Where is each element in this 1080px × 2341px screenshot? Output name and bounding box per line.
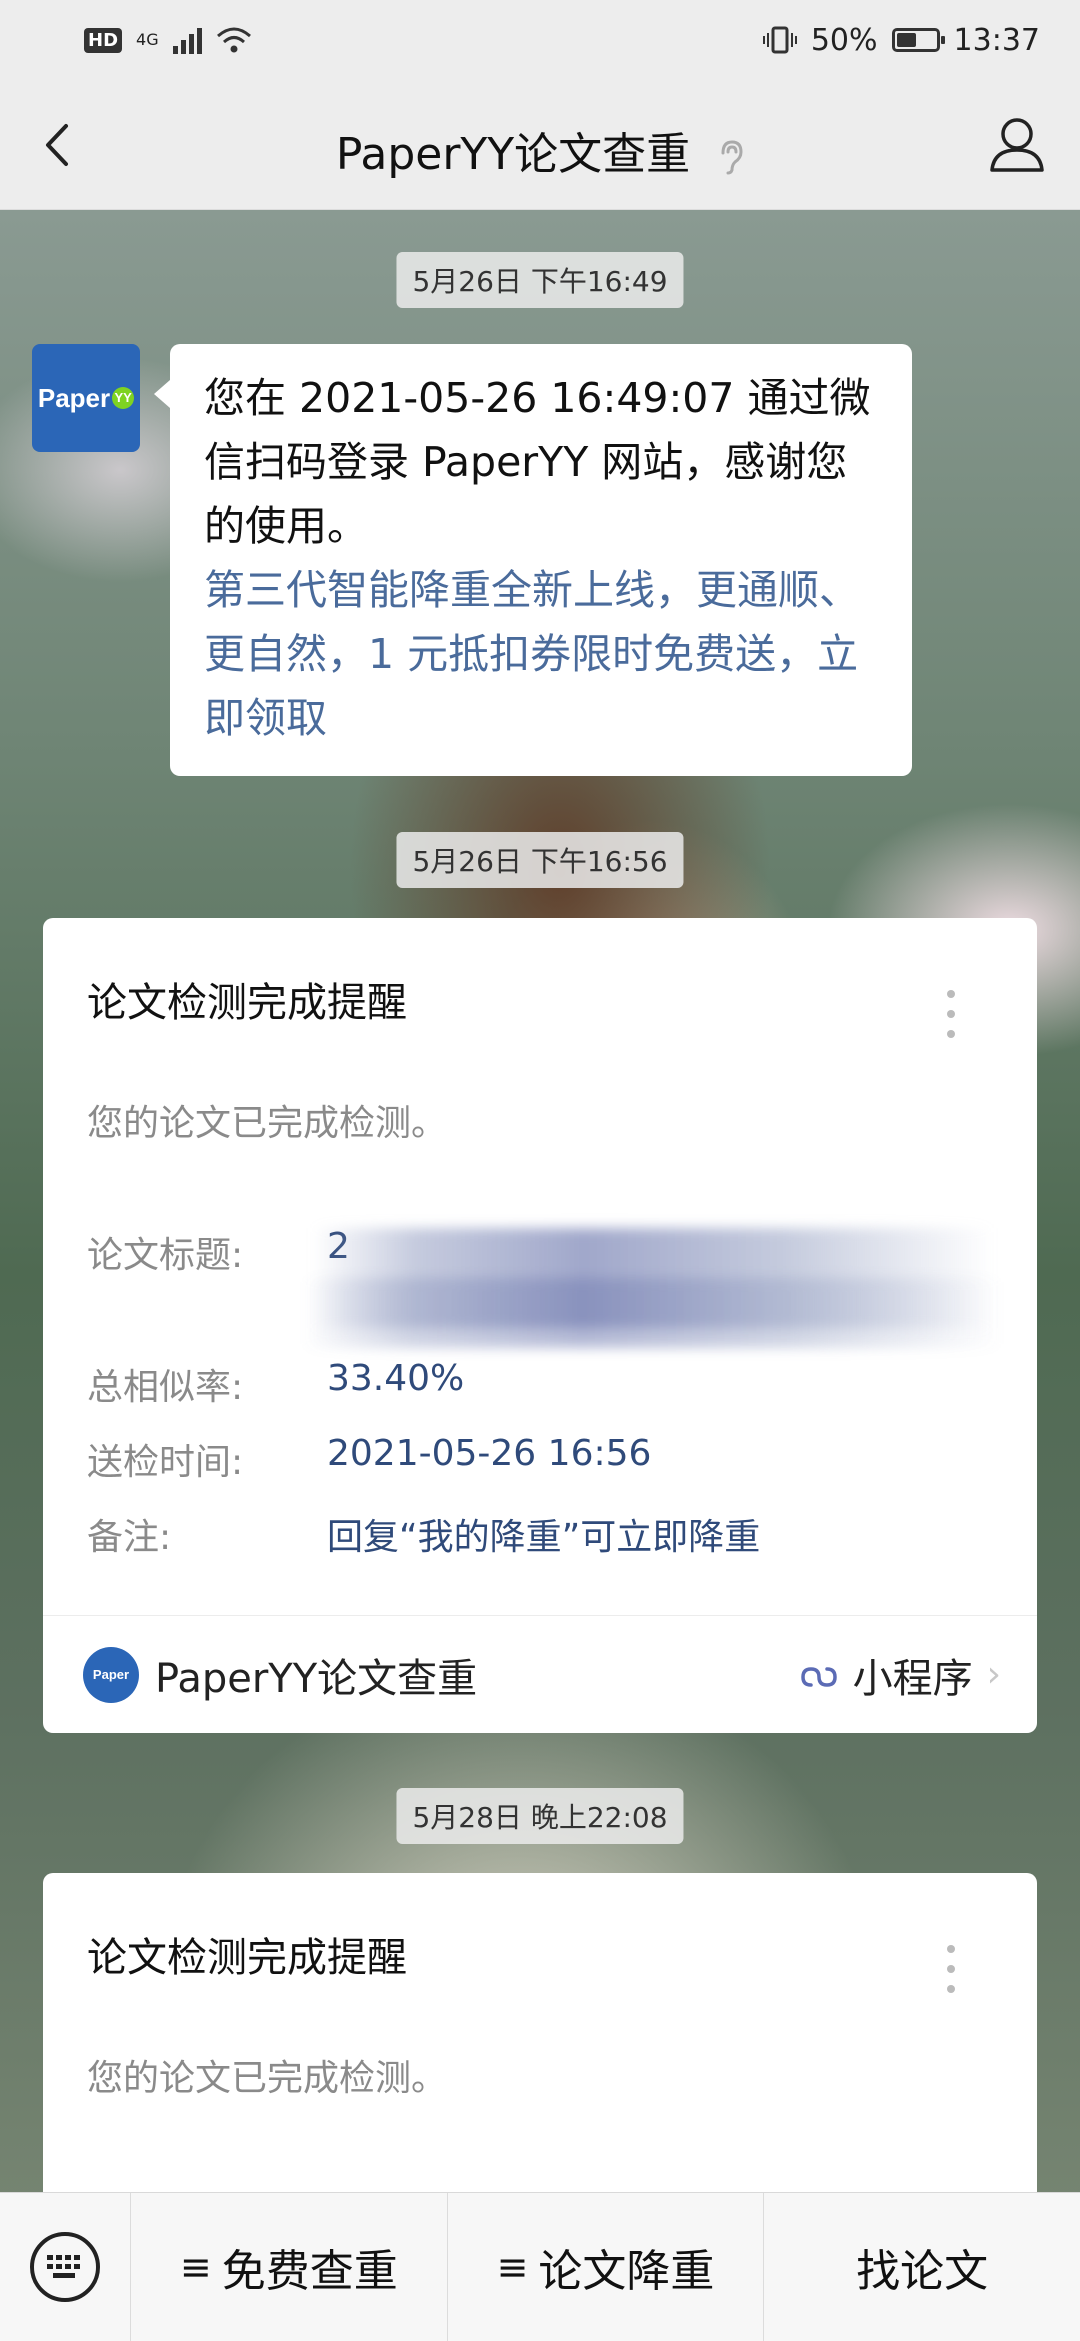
timestamp: 5月26日 下午16:49 bbox=[396, 252, 684, 308]
card-intro: 您的论文已完成检测。 bbox=[87, 1103, 448, 1144]
submit-time-row: 送检时间: 2021-05-26 16:56 bbox=[87, 1433, 651, 1485]
note-row: 备注: 回复“我的降重”可立即降重 bbox=[87, 1508, 760, 1560]
mini-program-logo-icon: Paper bbox=[83, 1646, 139, 1703]
menu-label: 找论文 bbox=[856, 2246, 989, 2297]
profile-icon[interactable] bbox=[988, 114, 1046, 174]
field-value: 33.40% bbox=[327, 1358, 465, 1399]
more-options-icon[interactable] bbox=[947, 1945, 957, 2005]
similarity-row: 总相似率: 33.40% bbox=[87, 1358, 464, 1410]
keyboard-toggle[interactable] bbox=[0, 2193, 131, 2341]
network-type: 4G bbox=[136, 30, 159, 49]
message-text: 您在 2021-05-26 16:49:07 通过微信扫码登录 PaperYY … bbox=[204, 374, 871, 550]
menu-list-icon: ≡ bbox=[496, 2245, 529, 2289]
yy-logo-icon: YY bbox=[112, 387, 135, 409]
keyboard-icon bbox=[30, 2232, 100, 2302]
field-label: 备注: bbox=[87, 1517, 172, 1558]
field-label: 论文标题: bbox=[87, 1235, 244, 1276]
menu-label: 免费查重 bbox=[221, 2246, 398, 2297]
menu-list-icon: ≡ bbox=[179, 2245, 212, 2289]
template-message-card[interactable]: 论文检测完成提醒 您的论文已完成检测。 论文标题: 2 总相似率: 33.40%… bbox=[43, 918, 1037, 1733]
field-label: 总相似率: bbox=[87, 1367, 244, 1408]
message-link[interactable]: 第三代智能降重全新上线，更通顺、更自然，1 元抵扣券限时免费送，立即领取 bbox=[204, 566, 860, 742]
mini-program-label: 小程序 bbox=[852, 1655, 973, 1702]
bottom-menu: ≡ 免费查重 ≡ 论文降重 找论文 bbox=[0, 2192, 1080, 2341]
mini-program-icon bbox=[800, 1666, 837, 1687]
chat-title-text: PaperYY论文查重 bbox=[335, 129, 691, 180]
chat-header: PaperYY论文查重 bbox=[0, 80, 1080, 210]
wifi-icon bbox=[216, 27, 251, 53]
field-value: 回复“我的降重”可立即降重 bbox=[327, 1517, 761, 1558]
card-intro: 您的论文已完成检测。 bbox=[87, 2058, 448, 2099]
battery-icon bbox=[891, 28, 945, 52]
mini-program-name: PaperYY论文查重 bbox=[155, 1655, 478, 1702]
official-account-avatar[interactable]: Paper YY bbox=[32, 344, 140, 452]
vibrate-icon bbox=[762, 26, 797, 54]
earpiece-mode-icon bbox=[721, 140, 743, 175]
menu-find-paper[interactable]: 找论文 bbox=[763, 2193, 1080, 2341]
mini-program-footer[interactable]: Paper PaperYY论文查重 小程序 › bbox=[43, 1615, 1037, 1733]
battery-percent: 50% bbox=[810, 22, 878, 58]
chevron-right-icon: › bbox=[986, 1654, 1001, 1695]
card-title: 论文检测完成提醒 bbox=[87, 1935, 407, 1981]
paper-title-row: 论文标题: 2 bbox=[87, 1226, 350, 1278]
battery-level bbox=[896, 33, 916, 47]
timestamp: 5月26日 下午16:56 bbox=[396, 832, 684, 888]
clock: 13:37 bbox=[953, 22, 1040, 58]
message-bubble[interactable]: 您在 2021-05-26 16:49:07 通过微信扫码登录 PaperYY … bbox=[154, 344, 912, 776]
chat-title: PaperYY论文查重 bbox=[0, 118, 1080, 182]
more-options-icon[interactable] bbox=[947, 990, 957, 1050]
signal-icon bbox=[172, 26, 202, 54]
status-bar: HD 4G 50% 13:37 bbox=[0, 0, 1080, 80]
menu-label: 论文降重 bbox=[538, 2246, 715, 2297]
menu-free-check[interactable]: ≡ 免费查重 bbox=[131, 2193, 447, 2341]
avatar-label: Paper bbox=[37, 382, 111, 413]
redacted-title bbox=[303, 1278, 1003, 1348]
field-label: 送检时间: bbox=[87, 1442, 244, 1483]
template-message-card[interactable]: 论文检测完成提醒 您的论文已完成检测。 bbox=[43, 1873, 1037, 2203]
timestamp: 5月28日 晚上22:08 bbox=[396, 1788, 684, 1844]
card-title: 论文检测完成提醒 bbox=[87, 980, 407, 1026]
hd-indicator: HD bbox=[84, 27, 123, 53]
field-value: 2021-05-26 16:56 bbox=[327, 1433, 652, 1474]
menu-reduce-duplication[interactable]: ≡ 论文降重 bbox=[446, 2193, 764, 2341]
